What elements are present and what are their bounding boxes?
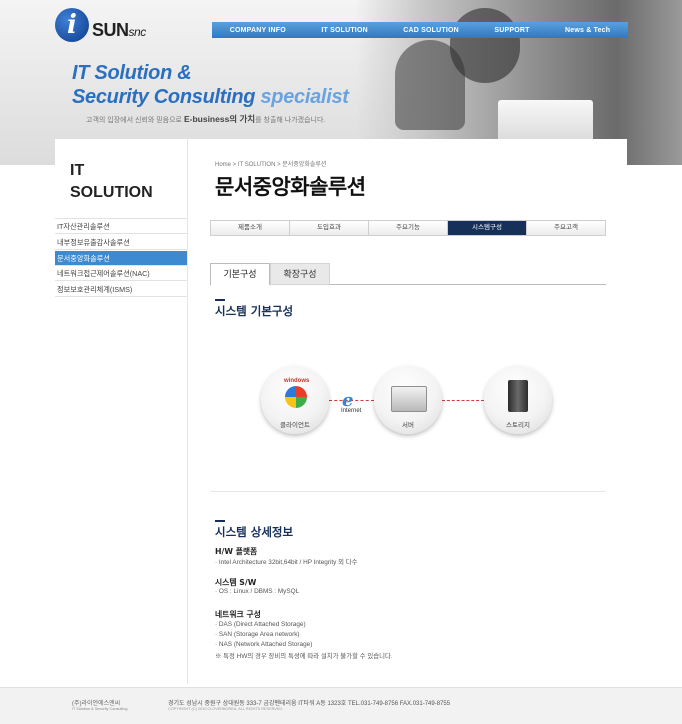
sidebar-item-document-centralization[interactable]: 문서중앙화솔루션 [55, 251, 187, 266]
nav-cad-solution[interactable]: CAD SOLUTION [403, 27, 459, 34]
storage-rack-icon [508, 380, 528, 412]
section-title-basic-config: 시스템 기본구성 [215, 304, 294, 318]
sidebar-item-nac[interactable]: 네트워크접근제어솔루션(NAC) [55, 266, 187, 281]
windows-label: windows [284, 378, 310, 384]
footer-copyright: COPYRIGHT (C) 2010 CLOVERBOREA. ALL RIGH… [168, 707, 284, 711]
sidebar-title-line-1: IT [70, 162, 85, 179]
server-label: 서버 [402, 421, 414, 429]
sidebar-item-it-asset[interactable]: IT자산관리솔루션 [55, 219, 187, 234]
top-navigation: COMPANY INFO IT SOLUTION CAD SOLUTION SU… [212, 22, 628, 38]
footer-address: 경기도 성남시 중원구 상대원동 333-7 금강펜테리움 IT타워 A동 13… [168, 701, 451, 707]
logo-icon[interactable]: i [55, 8, 89, 42]
product-tabs: 제품소개 도입효과 주요기능 시스템구성 주요고객 [210, 220, 606, 236]
internet-label: Internet [341, 408, 362, 414]
tab-system-config[interactable]: 시스템구성 [448, 221, 527, 235]
section-marker [215, 299, 225, 301]
footer-company-name: (주)라이언에스엔씨 [72, 701, 121, 707]
hw-platform-heading: H/W 플랫폼 [215, 547, 258, 556]
subtab-extended[interactable]: 확장구성 [270, 263, 330, 285]
breadcrumb: Home > IT SOLUTION > 문서중앙화솔루션 [215, 162, 327, 168]
windows-logo-icon [285, 386, 307, 408]
subcopy-c: 를 창출해 나가겠습니다. [255, 117, 326, 124]
server-drive-icon [391, 386, 427, 412]
network-line-san: · SAN (Storage Area network) [215, 631, 300, 638]
subcopy-b: E-business의 가치 [183, 114, 256, 124]
slogan-line-1: IT Solution & [72, 62, 192, 84]
network-heading: 네트워크 구성 [215, 610, 261, 619]
nav-company-info[interactable]: COMPANY INFO [230, 27, 286, 34]
system-sw-line: · OS : Linux / DBMS : MySQL [215, 588, 300, 595]
footer-company-subtitle: IT Solution & Security Consulting [72, 707, 128, 711]
storage-label: 스토리지 [506, 421, 530, 429]
network-note: ※ 특정 HW의 경우 장비의 특성에 따라 설치가 불가할 수 있습니다. [215, 653, 393, 660]
nav-news-tech[interactable]: News & Tech [565, 27, 610, 34]
logo-name: SUN [92, 20, 129, 40]
subtab-basic[interactable]: 기본구성 [210, 263, 270, 285]
logo-suffix: snc [128, 25, 147, 39]
tab-customers[interactable]: 주요고객 [527, 221, 605, 235]
header-subcopy: 고객의 입장에서 신뢰와 믿음으로 E-business의 가치를 창출해 나가… [86, 113, 325, 125]
section-marker [215, 520, 225, 522]
sidebar-divider [187, 139, 188, 684]
network-line-nas: · NAS (Network Attached Storage) [215, 641, 313, 648]
tab-effects[interactable]: 도입효과 [290, 221, 369, 235]
subcopy-a: 고객의 입장에서 신뢰와 믿음으로 [86, 117, 184, 124]
sidebar-title: IT SOLUTION [70, 160, 153, 204]
nav-it-solution[interactable]: IT SOLUTION [321, 27, 368, 34]
nav-support[interactable]: SUPPORT [494, 27, 529, 34]
slogan-line-2-b: specialist [260, 86, 349, 108]
slogan-line-2: Security Consulting specialist [72, 86, 349, 109]
photo-person-man [450, 8, 520, 83]
sidebar-title-line-2: SOLUTION [70, 184, 153, 201]
sidebar-item-isms[interactable]: 정보보호관리체계(ISMS) [55, 282, 187, 297]
tab-product-intro[interactable]: 제품소개 [211, 221, 290, 235]
slogan-line-2-a: Security Consulting [72, 86, 261, 108]
connector-server-storage [442, 400, 484, 401]
network-line-das: · DAS (Direct Attached Storage) [215, 621, 306, 628]
tab-features[interactable]: 주요기능 [369, 221, 448, 235]
system-sw-heading: 시스템 S/W [215, 578, 257, 587]
sidebar-item-leak-audit[interactable]: 내부정보유출감사솔루션 [55, 235, 187, 250]
section-title-details: 시스템 상세정보 [215, 525, 294, 539]
section-divider [210, 491, 606, 492]
page-title: 문서중앙화솔루션 [215, 175, 366, 199]
hw-platform-line: · Intel Architecture 32bit,64bit / HP In… [215, 559, 358, 566]
client-label: 클라이언트 [280, 421, 310, 429]
logo-text[interactable]: SUNsnc [92, 20, 146, 41]
